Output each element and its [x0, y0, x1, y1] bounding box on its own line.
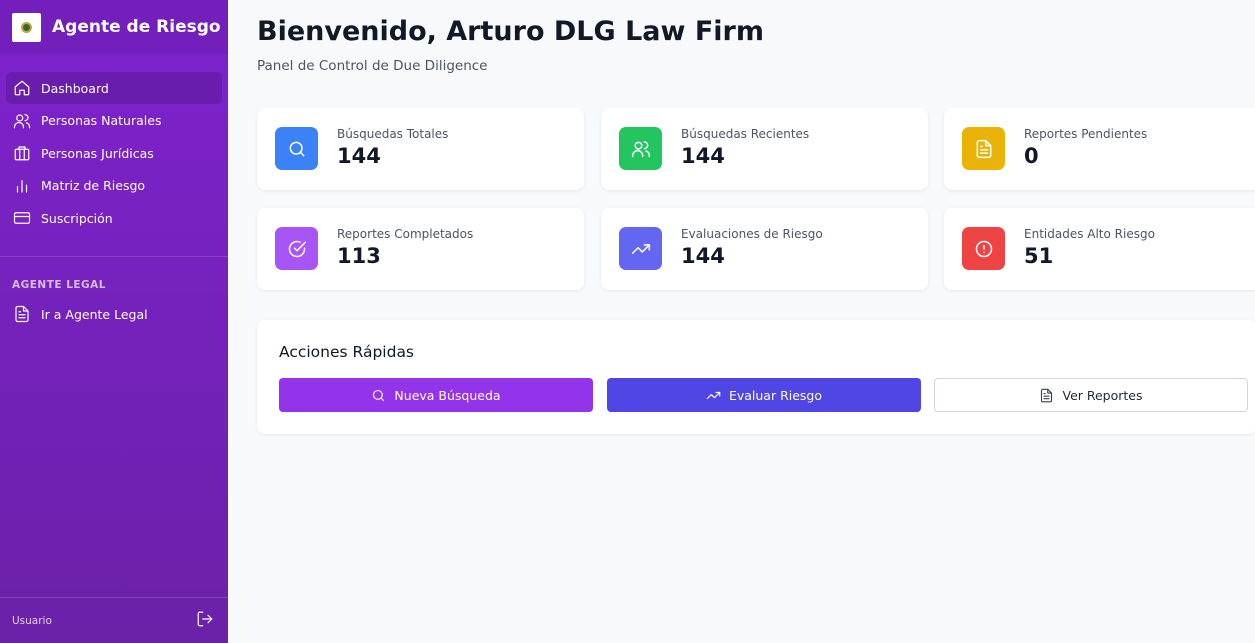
- brand-title: Agente de Riesgo: [52, 17, 221, 37]
- sidebar-nav: Dashboard Personas Naturales Personas Ju…: [0, 54, 228, 234]
- stat-card-busquedas-totales: Búsquedas Totales 144: [257, 108, 584, 190]
- brand-header: Agente de Riesgo: [0, 0, 228, 54]
- sidebar-footer: Usuario: [0, 597, 228, 643]
- stat-card-entidades-alto-riesgo: Entidades Alto Riesgo 51: [944, 208, 1255, 290]
- stat-card-reportes-pendientes: Reportes Pendientes 0: [944, 108, 1255, 190]
- stat-label: Búsquedas Totales: [337, 127, 449, 141]
- briefcase-icon: [12, 143, 32, 163]
- evaluar-riesgo-button[interactable]: Evaluar Riesgo: [607, 378, 921, 412]
- stat-card-busquedas-recientes: Búsquedas Recientes 144: [601, 108, 928, 190]
- file-text-icon: [12, 304, 32, 324]
- stat-label: Búsquedas Recientes: [681, 127, 810, 141]
- sidebar: Agente de Riesgo Dashboard Personas Natu…: [0, 0, 228, 643]
- home-icon: [12, 78, 32, 98]
- users-icon: [12, 111, 32, 131]
- page-title: Bienvenido, Arturo DLG Law Firm: [257, 16, 764, 47]
- quick-actions-title: Acciones Rápidas: [279, 343, 415, 361]
- stat-label: Entidades Alto Riesgo: [1024, 227, 1155, 241]
- sidebar-item-label: Suscripción: [41, 210, 113, 226]
- credit-card-icon: [12, 208, 32, 228]
- file-text-icon: [962, 127, 1005, 170]
- sidebar-item-label: Ir a Agente Legal: [41, 306, 148, 322]
- section-label-agente-legal: AGENTE LEGAL: [12, 279, 106, 291]
- sidebar-item-matriz-de-riesgo[interactable]: Matriz de Riesgo: [6, 170, 222, 202]
- bar-chart-icon: [12, 176, 32, 196]
- quick-actions-panel: Acciones Rápidas Nueva Búsqueda Evaluar …: [257, 320, 1255, 434]
- stat-value: 144: [681, 144, 725, 168]
- sidebar-item-suscripcion[interactable]: Suscripción: [6, 202, 222, 234]
- sidebar-item-label: Matriz de Riesgo: [41, 178, 146, 193]
- nueva-busqueda-button[interactable]: Nueva Búsqueda: [279, 378, 593, 412]
- stat-card-evaluaciones-de-riesgo: Evaluaciones de Riesgo 144: [601, 208, 928, 290]
- sidebar-item-label: Dashboard: [41, 80, 109, 96]
- stat-value: 51: [1024, 244, 1054, 268]
- legal-nav: Ir a Agente Legal: [0, 291, 228, 330]
- check-circle-icon: [275, 227, 318, 270]
- stat-value: 144: [337, 144, 381, 168]
- stat-value: 144: [681, 244, 725, 268]
- stat-card-reportes-completados: Reportes Completados 113: [257, 208, 584, 290]
- sidebar-item-dashboard[interactable]: Dashboard: [6, 72, 222, 104]
- sidebar-item-label: Personas Jurídicas: [41, 145, 154, 161]
- sidebar-item-personas-juridicas[interactable]: Personas Jurídicas: [6, 137, 222, 169]
- stat-label: Evaluaciones de Riesgo: [681, 227, 823, 241]
- stat-value: 0: [1024, 144, 1039, 168]
- trending-up-icon: [619, 227, 662, 270]
- stat-label: Reportes Pendientes: [1024, 127, 1148, 141]
- button-label: Ver Reportes: [1062, 387, 1143, 403]
- ver-reportes-button[interactable]: Ver Reportes: [934, 378, 1248, 412]
- search-icon: [373, 389, 385, 401]
- button-label: Nueva Búsqueda: [394, 387, 501, 403]
- stat-label: Reportes Completados: [337, 227, 474, 241]
- company-logo: [12, 12, 41, 42]
- sidebar-item-personas-naturales[interactable]: Personas Naturales: [6, 105, 222, 137]
- sidebar-item-label: Personas Naturales: [41, 113, 162, 128]
- users-icon: [619, 127, 662, 170]
- trending-up-icon: [706, 391, 721, 399]
- alert-circle-icon: [962, 227, 1005, 270]
- user-label: Usuario: [12, 614, 52, 627]
- sidebar-item-agente-legal[interactable]: Ir a Agente Legal: [6, 298, 222, 330]
- stat-value: 113: [337, 244, 381, 268]
- button-label: Evaluar Riesgo: [728, 387, 823, 403]
- page-subtitle: Panel de Control de Due Diligence: [257, 58, 488, 74]
- logout-icon[interactable]: [196, 610, 214, 632]
- search-icon: [275, 127, 318, 170]
- file-text-icon: [1041, 388, 1053, 402]
